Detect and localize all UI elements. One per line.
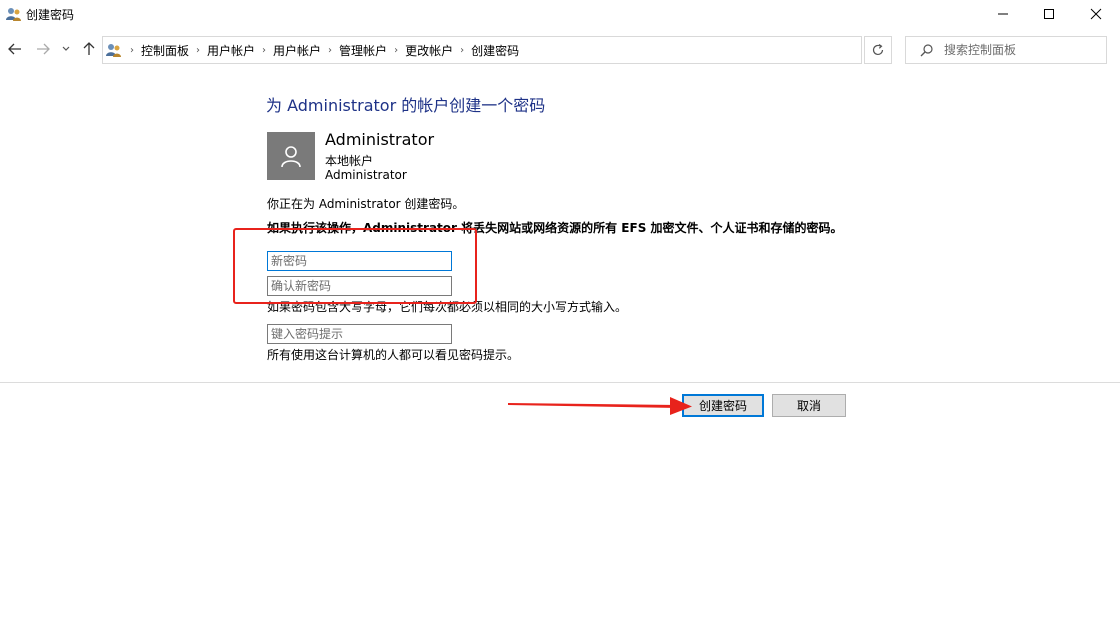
search-box[interactable] xyxy=(905,36,1107,64)
chevron-right-icon: › xyxy=(130,44,134,56)
chevron-right-icon[interactable]: › xyxy=(193,45,203,56)
arrow-up-icon xyxy=(83,42,95,55)
account-group: Administrator xyxy=(325,168,407,182)
maximize-button[interactable] xyxy=(1026,0,1072,28)
info-text: 你正在为 Administrator 创建密码。 xyxy=(267,197,465,211)
breadcrumb-item[interactable]: 控制面板 xyxy=(137,42,193,59)
refresh-icon xyxy=(872,44,884,56)
chevron-right-icon[interactable]: › xyxy=(391,45,401,56)
close-icon xyxy=(1090,8,1102,20)
user-accounts-icon xyxy=(106,44,121,57)
recent-locations-button[interactable] xyxy=(58,40,74,58)
page-title: 为 Administrator 的帐户创建一个密码 xyxy=(266,96,546,115)
breadcrumb: › 控制面板 › 用户帐户 › 用户帐户 › 管理帐户 › 更改帐户 › 创建密… xyxy=(127,37,523,63)
chevron-right-icon[interactable]: › xyxy=(457,45,467,56)
divider xyxy=(0,382,1120,383)
search-input[interactable] xyxy=(944,41,1094,59)
arrow-left-icon xyxy=(8,43,21,55)
user-icon xyxy=(281,146,301,168)
window-title: 创建密码 xyxy=(26,8,75,22)
maximize-icon xyxy=(1044,9,1054,19)
breadcrumb-item[interactable]: 用户帐户 xyxy=(203,42,259,59)
chevron-right-icon[interactable]: › xyxy=(259,45,269,56)
title-bar: 创建密码 xyxy=(0,0,1120,28)
cancel-button[interactable]: 取消 xyxy=(772,394,846,417)
breadcrumb-item[interactable]: 用户帐户 xyxy=(269,42,325,59)
annotation-highlight-box xyxy=(233,228,477,304)
account-type: 本地帐户 xyxy=(325,154,374,168)
back-button[interactable] xyxy=(5,40,25,58)
address-bar[interactable]: › 控制面板 › 用户帐户 › 用户帐户 › 管理帐户 › 更改帐户 › 创建密… xyxy=(102,36,954,64)
avatar xyxy=(267,132,315,180)
up-button[interactable] xyxy=(79,40,99,58)
minimize-button[interactable] xyxy=(980,0,1026,28)
breadcrumb-item[interactable]: 管理帐户 xyxy=(335,42,391,59)
chevron-right-icon[interactable]: › xyxy=(325,45,335,56)
account-name: Administrator xyxy=(325,130,435,149)
close-button[interactable] xyxy=(1073,0,1119,28)
forward-button[interactable] xyxy=(33,40,53,58)
refresh-button[interactable] xyxy=(864,36,892,64)
password-hint-input[interactable] xyxy=(267,324,452,344)
create-password-button[interactable]: 创建密码 xyxy=(682,394,764,417)
breadcrumb-item[interactable]: 更改帐户 xyxy=(401,42,457,59)
user-accounts-icon xyxy=(6,8,21,21)
breadcrumb-item-current[interactable]: 创建密码 xyxy=(467,42,523,59)
hint-visibility-note: 所有使用这台计算机的人都可以看见密码提示。 xyxy=(267,348,520,362)
arrow-right-icon xyxy=(37,43,50,55)
chevron-down-icon xyxy=(62,46,70,51)
annotation-arrow-icon xyxy=(508,397,692,415)
search-icon xyxy=(920,44,933,57)
minimize-icon xyxy=(998,13,1008,15)
navigation-bar: › 控制面板 › 用户帐户 › 用户帐户 › 管理帐户 › 更改帐户 › 创建密… xyxy=(0,32,1120,66)
